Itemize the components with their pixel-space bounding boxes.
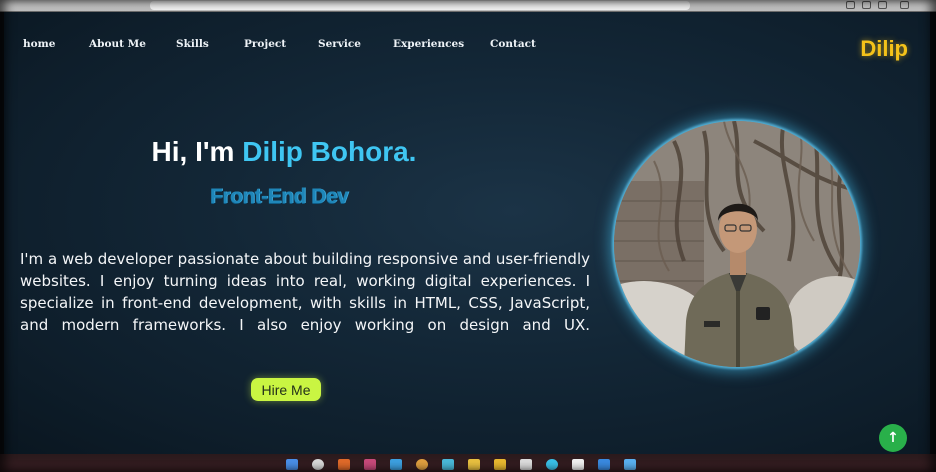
portfolio-page: home About Me Skills Project Service Exp…	[4, 12, 930, 454]
start-icon[interactable]	[286, 459, 298, 470]
search-icon[interactable]	[312, 459, 324, 470]
close-icon[interactable]	[900, 1, 909, 9]
nav-link-skills[interactable]: Skills	[176, 38, 209, 50]
hero-role: Front-End Dev	[209, 185, 349, 208]
hero-description: I'm a web developer passionate about bui…	[20, 250, 590, 334]
hero-name: Dilip Bohora.	[242, 136, 417, 167]
hero-heading: Hi, I'm Dilip Bohora.	[4, 136, 564, 168]
scroll-to-top-button[interactable]: ↑	[879, 424, 907, 452]
nav-link-project[interactable]: Project	[244, 38, 286, 50]
profile-photo	[614, 121, 860, 367]
app-icon[interactable]	[442, 459, 454, 470]
taskbar	[0, 454, 936, 472]
app-icon[interactable]	[546, 459, 558, 470]
hero-greeting: Hi, I'm	[151, 136, 243, 167]
app-icon[interactable]	[338, 459, 350, 470]
nav-link-experiences[interactable]: Experiences	[393, 38, 464, 50]
app-icon[interactable]	[390, 459, 402, 470]
maximize-icon[interactable]	[862, 1, 871, 9]
app-icon[interactable]	[598, 459, 610, 470]
restore-icon[interactable]	[878, 1, 887, 9]
nav-link-about[interactable]: About Me	[89, 38, 146, 50]
address-bar[interactable]	[150, 1, 690, 10]
nav-link-service[interactable]: Service	[318, 38, 361, 50]
navbar: home About Me Skills Project Service Exp…	[4, 12, 930, 72]
app-icon[interactable]	[572, 459, 584, 470]
hire-me-button[interactable]: Hire Me	[251, 378, 321, 401]
app-icon[interactable]	[624, 459, 636, 470]
arrow-up-icon: ↑	[887, 430, 899, 446]
browser-toolbar	[0, 0, 936, 12]
app-icon[interactable]	[520, 459, 532, 470]
minimize-icon[interactable]	[846, 1, 855, 9]
folder-icon[interactable]	[494, 459, 506, 470]
app-icon[interactable]	[364, 459, 376, 470]
folder-icon[interactable]	[468, 459, 480, 470]
nav-link-contact[interactable]: Contact	[490, 38, 536, 50]
nav-link-home[interactable]: home	[23, 38, 55, 50]
site-logo[interactable]: Dilip	[860, 36, 908, 62]
browser-icon[interactable]	[416, 459, 428, 470]
